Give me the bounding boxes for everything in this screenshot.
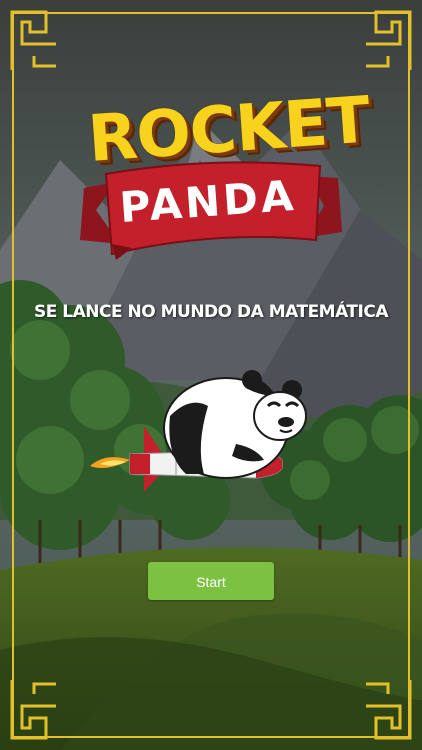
panda-rocket-mascot [90,370,307,492]
logo-title-panda: PANDA [117,170,298,233]
start-button[interactable]: Start [148,562,274,600]
chinese-fret-corner-icon [366,10,412,70]
chinese-fret-corner-icon [10,680,56,740]
tagline: SE LANCE NO MUNDO DA MATEMÁTICA [34,302,388,322]
panda-head [253,391,307,441]
chinese-fret-corner-icon [366,680,412,740]
chinese-fret-corner-icon [10,10,56,70]
logo-title-rocket: ROCKET [85,83,372,177]
